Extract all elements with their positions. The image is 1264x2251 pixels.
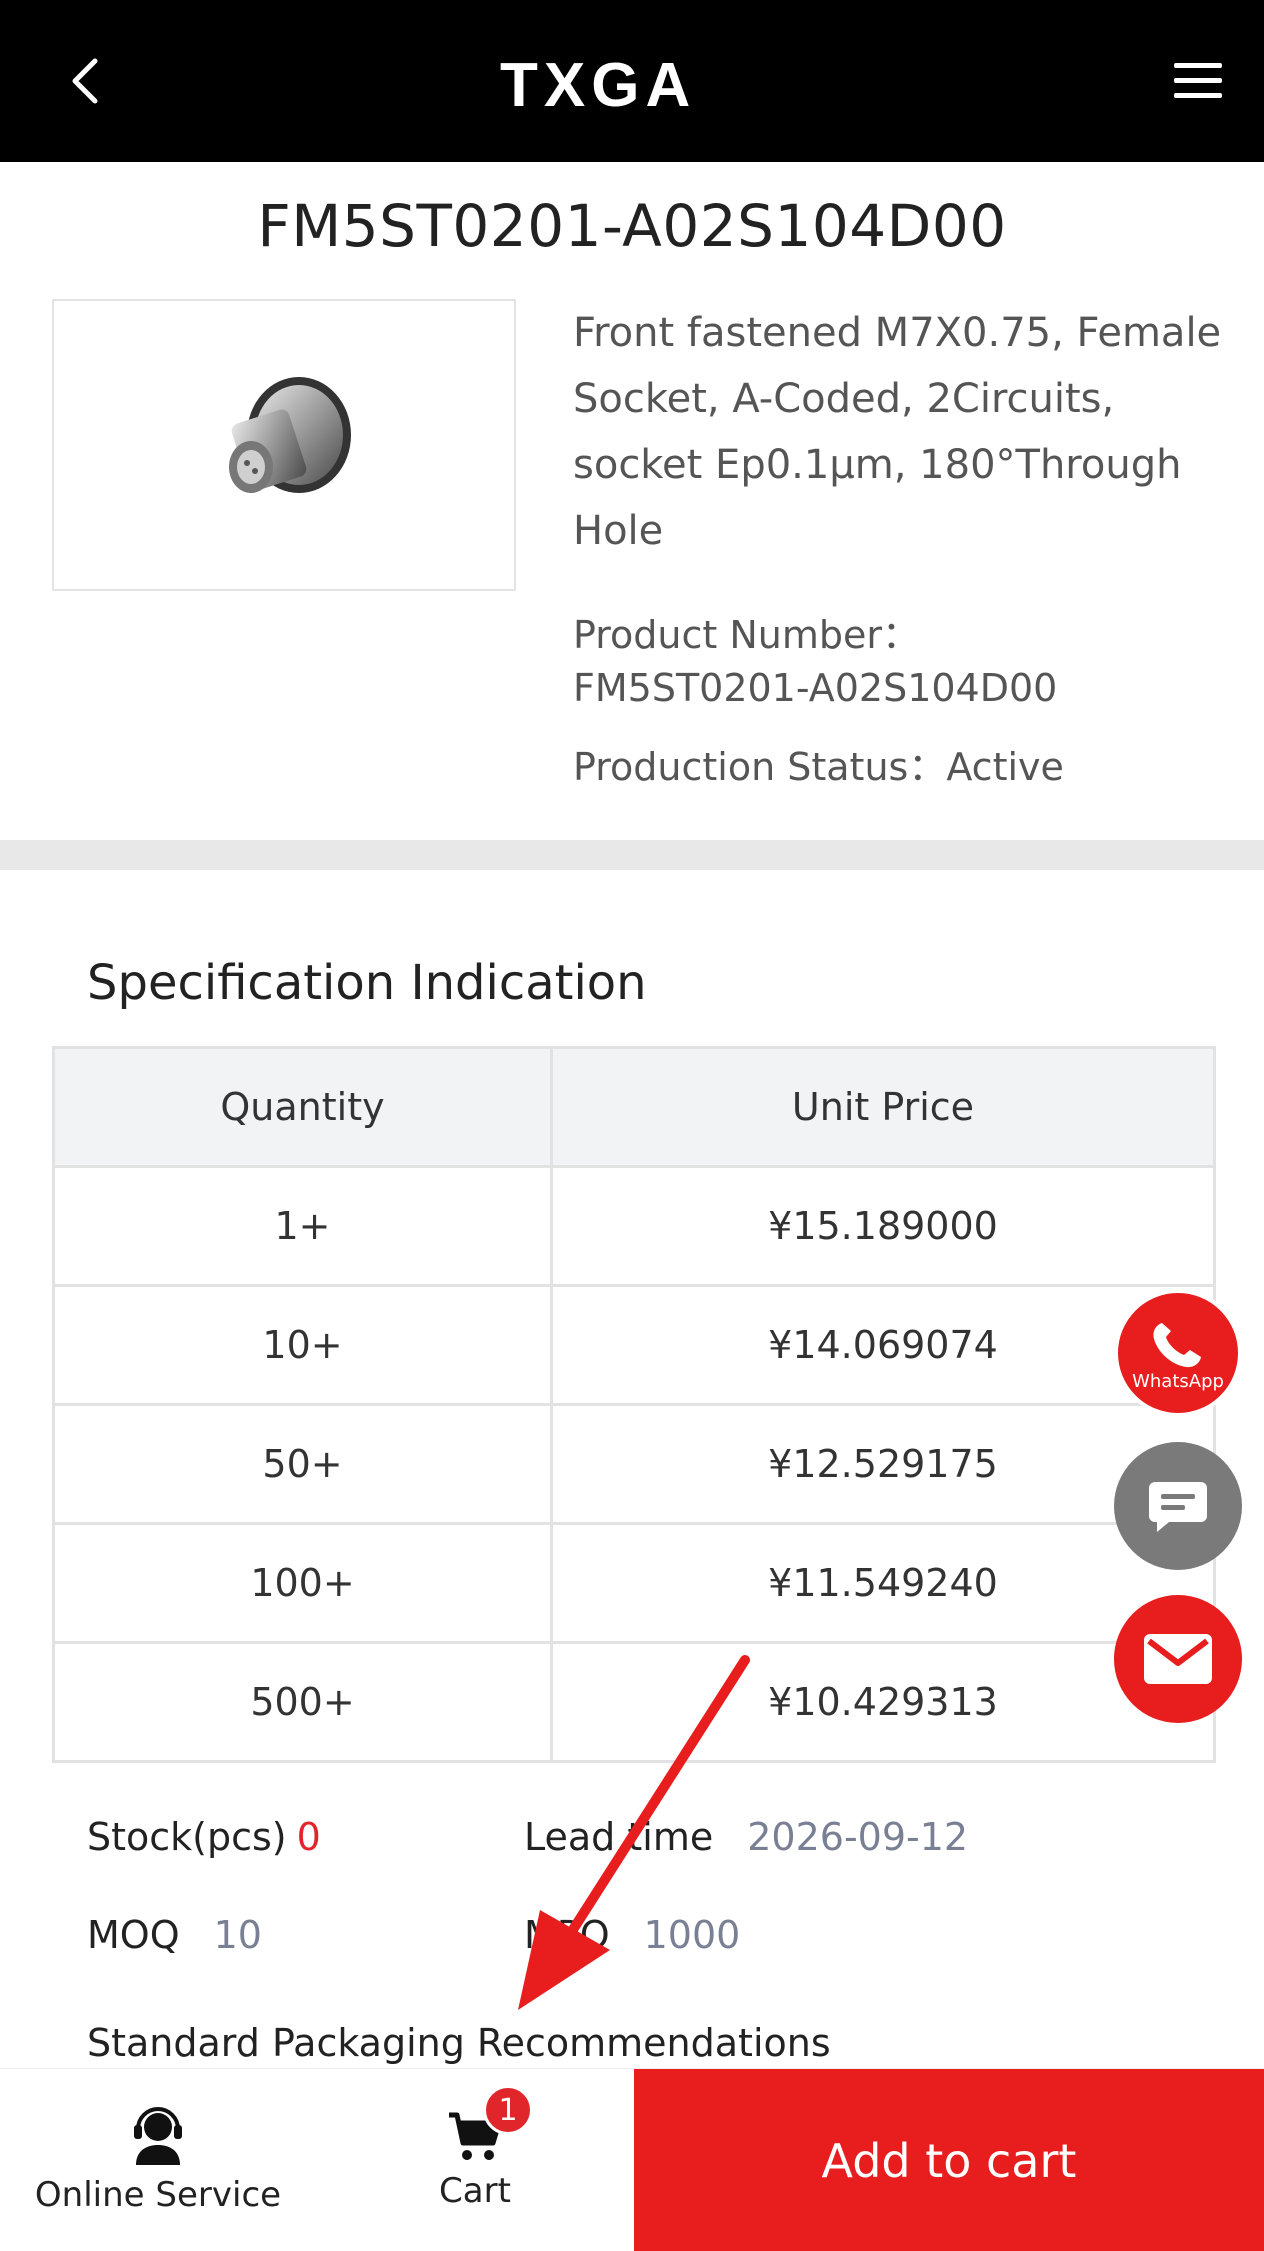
chat-bubble-icon: [1149, 1482, 1207, 1532]
column-header-quantity: Quantity: [52, 1046, 553, 1168]
quantity-cell: 500+: [52, 1641, 553, 1763]
whatsapp-label: WhatsApp: [1132, 1370, 1224, 1392]
status-value: Active: [946, 745, 1064, 789]
phone-icon: [1153, 1322, 1201, 1367]
bottom-bar: Online Service 1 Cart Add to cart: [0, 2068, 1264, 2251]
table-row: 100+ ¥11.549240: [52, 1522, 1216, 1644]
spec-title: Specification Indication: [87, 955, 647, 1011]
moq-label: MOQ: [87, 1913, 180, 1957]
price-table: Quantity Unit Price 1+ ¥15.189000 10+ ¥1…: [52, 1046, 1216, 1763]
lead-time-info: Lead time 2026-09-12: [524, 1815, 968, 1859]
quantity-cell: 50+: [52, 1403, 553, 1525]
logo-text: TXGA: [500, 52, 696, 112]
cart-count-badge: 1: [483, 2085, 533, 2135]
moq-value: 10: [213, 1913, 262, 1957]
column-header-unit-price: Unit Price: [550, 1046, 1216, 1168]
product-number-label: Product Number：: [573, 613, 921, 657]
mail-icon: [1144, 1634, 1212, 1684]
price-cell: ¥15.189000: [550, 1165, 1216, 1287]
stock-value: 0: [296, 1815, 321, 1859]
stock-label: Stock(pcs): [87, 1815, 287, 1859]
customer-service-icon: [134, 2106, 182, 2165]
status-label: Production Status：: [573, 745, 947, 789]
menu-button[interactable]: [1160, 46, 1236, 116]
table-row: 10+ ¥14.069074: [52, 1284, 1216, 1406]
whatsapp-button[interactable]: WhatsApp: [1114, 1289, 1242, 1417]
cart-label: Cart: [439, 2170, 511, 2211]
table-row: 500+ ¥10.429313: [52, 1641, 1216, 1763]
online-service-button[interactable]: Online Service: [20, 2069, 296, 2251]
back-button[interactable]: [50, 46, 120, 116]
email-button[interactable]: [1114, 1595, 1242, 1723]
packaging-label: Standard Packaging Recommendations: [87, 2021, 831, 2065]
lead-time-label: Lead time: [524, 1815, 714, 1859]
connector-image: [229, 377, 351, 493]
table-row: 1+ ¥15.189000: [52, 1165, 1216, 1287]
product-description: Front fastened M7X0.75, Female Socket, A…: [573, 310, 1222, 554]
chat-button[interactable]: [1114, 1442, 1242, 1570]
price-cell: ¥11.549240: [550, 1522, 1216, 1644]
page-title: FM5ST0201-A02S104D00: [257, 192, 1007, 260]
quantity-cell: 100+: [52, 1522, 553, 1644]
production-status: Production Status：Active: [573, 736, 1064, 791]
cart-button[interactable]: 1 Cart: [380, 2069, 570, 2251]
quantity-cell: 1+: [52, 1165, 553, 1287]
section-divider: [0, 840, 1264, 870]
txga-logo: TXGA: [500, 52, 696, 112]
online-service-label: Online Service: [34, 2174, 282, 2215]
top-bar: TXGA: [0, 0, 1264, 162]
mpq-value: 1000: [643, 1913, 741, 1957]
moq-info: MOQ 10: [87, 1913, 262, 1957]
mpq-info: MPQ 1000: [524, 1913, 740, 1957]
table-row: 50+ ¥12.529175: [52, 1403, 1216, 1525]
stock-info: Stock(pcs) 0: [87, 1815, 321, 1859]
add-to-cart-button[interactable]: Add to cart: [634, 2069, 1264, 2251]
lead-time-value: 2026-09-12: [747, 1815, 969, 1859]
chevron-left-icon: [72, 58, 98, 104]
mpq-label: MPQ: [524, 1913, 610, 1957]
hamburger-menu-icon: [1174, 63, 1222, 98]
product-number-value: FM5ST0201-A02S104D00: [573, 666, 1058, 710]
table-header-row: Quantity Unit Price: [52, 1046, 1216, 1168]
quantity-cell: 10+: [52, 1284, 553, 1406]
product-image[interactable]: [52, 299, 516, 591]
